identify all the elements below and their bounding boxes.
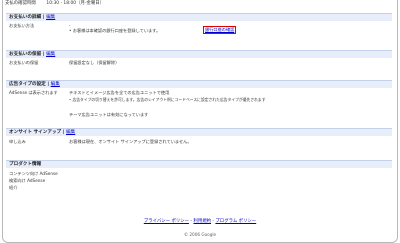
support-hours-value: 10:30 - 18:00（月-金曜日） <box>46 1 105 6</box>
payment-hold-edit-link[interactable]: 編集 <box>46 52 55 57</box>
payment-hold-title: お支払いの保留 <box>9 52 42 57</box>
footer-separator: - <box>212 219 214 224</box>
copyright: © 2006 Google <box>183 232 217 237</box>
payment-details-edit-link[interactable]: 編集 <box>46 15 55 20</box>
payment-method-label: お支払い方法 <box>9 23 35 28</box>
onsite-signup-title: オンサイト サインアップ <box>9 130 62 135</box>
payment-method-note: • お客様は本確認の銀行口座を登録しています。 <box>69 28 161 33</box>
program-policy-link[interactable]: プログラム ポリシー <box>215 219 256 224</box>
product-info-section: プロダクト情報 コンテンツ向け AdSense 検索向け AdSense 紹介 <box>6 160 392 192</box>
ad-type-label: AdSense は表示されます <box>9 90 58 95</box>
product-info-title: プロダクト情報 <box>9 162 42 167</box>
payment-hold-label: お支払いの保留 <box>9 60 39 65</box>
product-info-label: コンテンツ向け AdSense <box>9 171 58 176</box>
payment-details-title: お支払いの詳細 <box>9 15 42 20</box>
product-info-row: 紹介 <box>6 185 392 192</box>
verify-bank-account-link[interactable]: 銀行口座の確認 <box>203 26 237 34</box>
payment-details-header: お支払いの詳細 | 編集 <box>6 13 392 21</box>
product-info-row: コンテンツ向け AdSense <box>6 171 392 178</box>
ad-type-header: 広告タイプの設定 | 編集 <box>6 80 392 88</box>
ad-type-line-3: テーマ広告ユニットは有効になっています <box>69 112 149 117</box>
page-frame: 支払の確認時間 10:30 - 18:00（月-金曜日） お支払いの詳細 | 編… <box>2 0 398 243</box>
privacy-policy-link[interactable]: プライバシー ポリシー <box>144 219 189 224</box>
product-info-header: プロダクト情報 <box>6 160 392 168</box>
ad-type-edit-link[interactable]: 編集 <box>51 82 60 87</box>
support-hours-label: 支払の確認時間 <box>5 1 36 6</box>
payment-hold-header: お支払いの保留 | 編集 <box>6 50 392 58</box>
support-hours-row: 支払の確認時間 10:30 - 18:00（月-金曜日） <box>5 0 104 6</box>
footer-separator: - <box>190 219 193 224</box>
onsite-signup-label: 申し込み <box>9 139 26 144</box>
ad-type-section: 広告タイプの設定 | 編集 AdSense は表示されます テキストとイメージ広… <box>6 80 392 122</box>
ad-type-title: 広告タイプの設定 <box>9 82 46 87</box>
terms-link[interactable]: 利用規約 <box>193 219 211 224</box>
payment-hold-value: 保留設定なし（保留解除） <box>69 60 120 65</box>
product-info-label: 検索向け AdSense <box>9 178 46 183</box>
ad-type-line-2: • 広告タイプの切り替えを許可します。広告のレイアウト例にコードベースに設定され… <box>69 97 266 102</box>
onsite-signup-value: お客様は現在、オンサイト サインアップに登録されていません。 <box>69 139 192 144</box>
product-info-row: 検索向け AdSense <box>6 178 392 185</box>
payment-details-section: お支払いの詳細 | 編集 お支払い方法 - • お客様は本確認の銀行口座を登録し… <box>6 13 392 43</box>
payment-hold-section: お支払いの保留 | 編集 お支払いの保留 保留設定なし（保留解除） <box>6 50 392 68</box>
product-info-label: 紹介 <box>9 185 18 190</box>
footer-links: プライバシー ポリシー - 利用規約 - プログラム ポリシー <box>3 218 397 224</box>
onsite-signup-edit-link[interactable]: 編集 <box>66 130 75 135</box>
onsite-signup-section: オンサイト サインアップ | 編集 申し込み お客様は現在、オンサイト サインア… <box>6 128 392 147</box>
ad-type-line-1: テキストとイメージ広告を全ての広告ユニットで使用 <box>69 90 170 95</box>
onsite-signup-header: オンサイト サインアップ | 編集 <box>6 128 392 136</box>
